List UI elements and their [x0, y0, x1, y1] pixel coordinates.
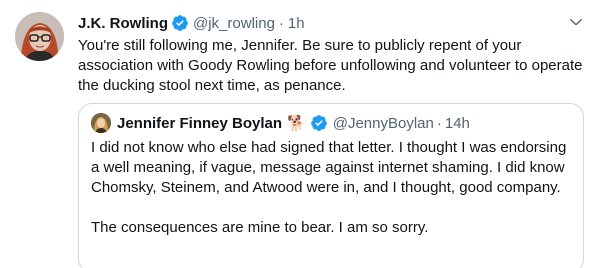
verified-badge-icon [171, 14, 189, 32]
quoted-tweet[interactable]: Jennifer Finney Boylan 🐕 @JennyBoylan · … [78, 103, 584, 268]
author-handle[interactable]: @jk_rowling [193, 15, 275, 32]
quoted-tweet-timestamp[interactable]: 14h [445, 115, 470, 132]
tweet-header: J.K. Rowling @jk_rowling · 1h [78, 13, 305, 33]
quoted-author-avatar[interactable] [91, 113, 111, 133]
tweet-timestamp[interactable]: 1h [288, 15, 305, 32]
author-avatar[interactable] [15, 12, 64, 61]
quoted-paragraph-2: The consequences are mine to bear. I am … [91, 219, 429, 236]
quoted-tweet-header: Jennifer Finney Boylan 🐕 @JennyBoylan · … [91, 113, 470, 133]
quoted-header-separator: · [436, 114, 442, 132]
chevron-down-icon[interactable] [566, 12, 586, 32]
author-name[interactable]: J.K. Rowling [78, 15, 168, 32]
quoted-tweet-text: I did not know who else had signed that … [91, 138, 577, 238]
quoted-author-name[interactable]: Jennifer Finney Boylan [117, 115, 282, 132]
tweet-text: You're still following me, Jennifer. Be … [78, 37, 583, 94]
tweet[interactable]: J.K. Rowling @jk_rowling · 1h You're sti… [0, 0, 597, 268]
header-separator: · [278, 14, 284, 32]
quoted-paragraph-1: I did not know who else had signed that … [91, 139, 567, 196]
quoted-author-handle[interactable]: @JennyBoylan [333, 115, 434, 132]
dog-emoji-icon: 🐕 [287, 115, 306, 132]
verified-badge-icon [310, 114, 328, 132]
